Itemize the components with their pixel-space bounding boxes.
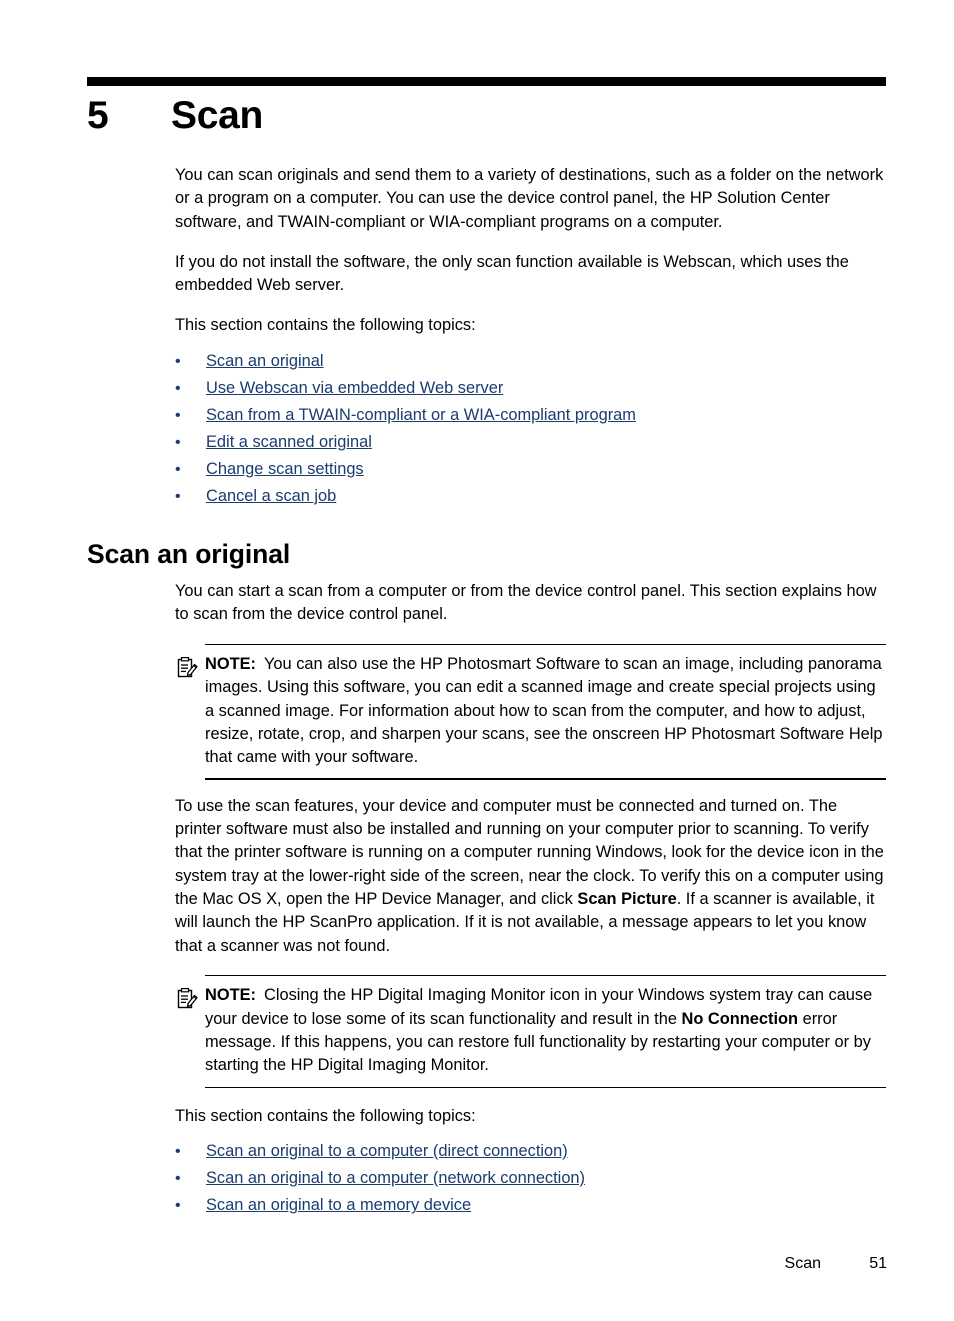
bullet-icon: •: [175, 1197, 181, 1215]
topic-link-change-scan-settings[interactable]: Change scan settings: [206, 460, 364, 478]
scan-picture-bold: Scan Picture: [577, 890, 677, 909]
footer-page-number: 51: [869, 1255, 887, 1272]
topic-link-scan-to-memory-device[interactable]: Scan an original to a memory device: [206, 1196, 471, 1214]
intro-paragraph-1: You can scan originals and send them to …: [175, 166, 884, 231]
intro-topics-lead: This section contains the following topi…: [175, 316, 476, 335]
list-item: • Edit a scanned original: [175, 433, 886, 452]
section-topics-lead: This section contains the following topi…: [175, 1106, 476, 1125]
topic-link-cancel-scan-job[interactable]: Cancel a scan job: [206, 487, 336, 505]
list-item: • Scan an original to a memory device: [175, 1196, 886, 1215]
note-clipboard-pencil-icon: [177, 987, 198, 1009]
section-content: You can start a scan from a computer or …: [175, 580, 886, 1225]
note-label: NOTE:: [205, 654, 256, 673]
chapter-title: 5 Scan: [87, 88, 887, 144]
note-box-photosmart: NOTE: You can also use the HP Photosmart …: [175, 643, 886, 780]
note-text: NOTE: You can also use the HP Photosmart …: [205, 655, 883, 766]
section-paragraph-1: You can start a scan from a computer or …: [175, 582, 877, 624]
topic-link-scan-twain-wia[interactable]: Scan from a TWAIN-compliant or a WIA-com…: [206, 406, 636, 424]
list-item: • Use Webscan via embedded Web server: [175, 379, 886, 398]
bullet-icon: •: [175, 352, 181, 370]
intro-paragraph-2: If you do not install the software, the …: [175, 252, 849, 295]
note-label: NOTE:: [205, 986, 256, 1005]
note-clipboard-pencil-icon: [177, 656, 198, 678]
section-topic-list: • Scan an original to a computer (direct…: [175, 1142, 886, 1215]
topic-link-edit-scanned-original[interactable]: Edit a scanned original: [206, 433, 372, 451]
section-paragraph-2: To use the scan features, your device an…: [175, 795, 886, 958]
page-title: Scan an original: [87, 539, 291, 569]
list-item: • Scan from a TWAIN-compliant or a WIA-c…: [175, 406, 886, 425]
note-bottom-rule: [205, 1086, 886, 1088]
list-item: • Scan an original to a computer (direct…: [175, 1142, 886, 1161]
list-item: • Scan an original: [175, 352, 886, 371]
bullet-icon: •: [175, 1143, 181, 1161]
topic-link-scan-an-original[interactable]: Scan an original: [206, 352, 324, 370]
note-box-digital-imaging-monitor: NOTE: Closing the HP Digital Imaging Moni…: [175, 974, 886, 1088]
page-footer: Scan 51: [87, 1253, 887, 1275]
footer-chapter-name: Scan: [784, 1255, 821, 1272]
bullet-icon: •: [175, 460, 181, 478]
note-bottom-rule: [205, 778, 886, 780]
topic-link-scan-to-computer-direct[interactable]: Scan an original to a computer (direct c…: [206, 1142, 568, 1160]
intro-topic-list: • Scan an original • Use Webscan via emb…: [175, 352, 886, 506]
chapter-header-rule: [87, 77, 886, 86]
no-connection-bold: No Connection: [681, 1009, 799, 1028]
list-item: • Scan an original to a computer (networ…: [175, 1169, 886, 1188]
topic-link-scan-to-computer-network[interactable]: Scan an original to a computer (network …: [206, 1169, 585, 1187]
list-item: • Cancel a scan job: [175, 487, 886, 506]
chapter-name: Scan: [171, 94, 264, 137]
chapter-number: 5: [87, 94, 109, 137]
bullet-icon: •: [175, 487, 181, 505]
list-item: • Change scan settings: [175, 460, 886, 479]
bullet-icon: •: [175, 406, 181, 424]
note-text: NOTE: Closing the HP Digital Imaging Moni…: [205, 986, 872, 1074]
intro-content: You can scan originals and send them to …: [175, 164, 886, 516]
document-page: 5 Scan You can scan originals and send t…: [0, 0, 954, 1321]
bullet-icon: •: [175, 1170, 181, 1188]
bullet-icon: •: [175, 433, 181, 451]
note-body: NOTE: Closing the HP Digital Imaging Moni…: [175, 976, 886, 1086]
topic-link-use-webscan[interactable]: Use Webscan via embedded Web server: [206, 379, 503, 397]
bullet-icon: •: [175, 379, 181, 397]
note-body: NOTE: You can also use the HP Photosmart …: [175, 645, 886, 778]
note-content: You can also use the HP Photosmart Softw…: [205, 654, 883, 767]
